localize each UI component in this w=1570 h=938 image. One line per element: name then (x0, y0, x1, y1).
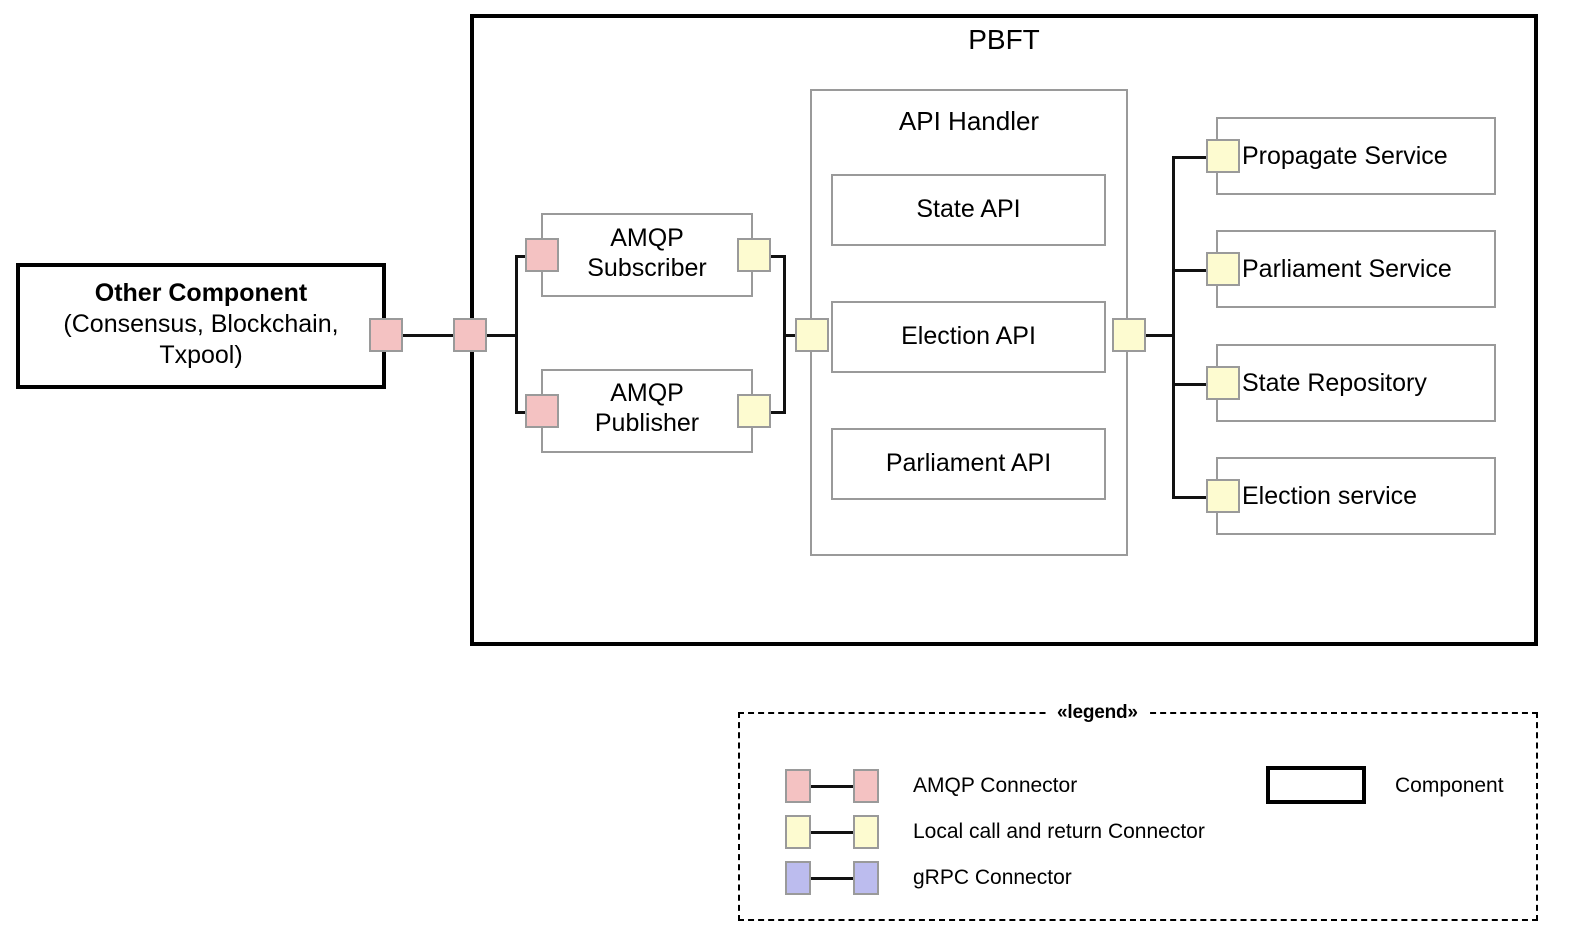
link-pbft-to-amqp-trunk (487, 334, 516, 337)
legend-link-grpc (811, 877, 853, 880)
connector-election-service[interactable] (1206, 479, 1240, 513)
amqp-publisher-label-line2: Publisher (594, 409, 700, 437)
connector-api-handler-in[interactable] (795, 318, 829, 352)
legend-swatch-grpc-left (785, 861, 811, 895)
connector-amqp-subscriber-in[interactable] (525, 238, 559, 272)
connector-api-handler-out[interactable] (1112, 318, 1146, 352)
legend-title: «legend» (1048, 702, 1147, 724)
legend-label-component: Component (1395, 774, 1504, 797)
connector-amqp-publisher-in[interactable] (525, 394, 559, 428)
link-amqp-branch-vertical (515, 255, 518, 414)
propagate-service-label: Propagate Service (1242, 142, 1448, 170)
link-subscriber-out-stub (770, 255, 784, 258)
amqp-subscriber-label-line2: Subscriber (587, 254, 707, 282)
connector-state-repository[interactable] (1206, 366, 1240, 400)
link-services-branch-vertical (1172, 156, 1175, 496)
other-component-label-line1: Other Component (94, 279, 308, 307)
parliament-service-label: Parliament Service (1242, 255, 1452, 283)
api-handler-title: API Handler (898, 106, 1040, 136)
link-branch-propagate (1172, 156, 1210, 159)
legend-swatch-grpc-right (853, 861, 879, 895)
legend-label-grpc-connector: gRPC Connector (913, 866, 1072, 889)
state-api-label: State API (916, 195, 1021, 223)
connector-parliament-service[interactable] (1206, 252, 1240, 286)
other-component-label-line2: (Consensus, Blockchain, (63, 310, 339, 338)
link-apihandler-to-services-trunk (1145, 334, 1173, 337)
legend-label-amqp-connector: AMQP Connector (913, 774, 1078, 797)
link-publisher-out-stub (770, 411, 784, 414)
legend-swatch-amqp-right (853, 769, 879, 803)
state-repository-label: State Repository (1242, 369, 1427, 397)
link-branch-parliament (1172, 269, 1210, 272)
legend-swatch-local-call-left (785, 815, 811, 849)
election-api-label: Election API (901, 322, 1036, 350)
legend-link-amqp (811, 785, 853, 788)
legend-swatch-amqp-left (785, 769, 811, 803)
connector-pbft-boundary-amqp[interactable] (453, 318, 487, 352)
diagram-canvas: PBFT Other Component (Consensus, Blockch… (0, 0, 1570, 938)
pbft-title: PBFT (968, 24, 1040, 55)
connector-other-component-amqp[interactable] (369, 318, 403, 352)
election-service-label: Election service (1242, 482, 1418, 510)
parliament-api-label: Parliament API (885, 449, 1052, 477)
connector-amqp-subscriber-out[interactable] (737, 238, 771, 272)
other-component-label-line3: Txpool) (159, 341, 243, 369)
legend-label-local-call-connector: Local call and return Connector (913, 820, 1205, 843)
legend-link-local-call (811, 831, 853, 834)
connector-propagate-service[interactable] (1206, 139, 1240, 173)
amqp-publisher-label-line1: AMQP (610, 379, 684, 407)
legend-component-box (1266, 766, 1366, 804)
link-branch-state-repository (1172, 383, 1210, 386)
legend-swatch-local-call-right (853, 815, 879, 849)
amqp-subscriber-label-line1: AMQP (610, 224, 684, 252)
link-branch-election-service (1172, 496, 1210, 499)
connector-amqp-publisher-out[interactable] (737, 394, 771, 428)
